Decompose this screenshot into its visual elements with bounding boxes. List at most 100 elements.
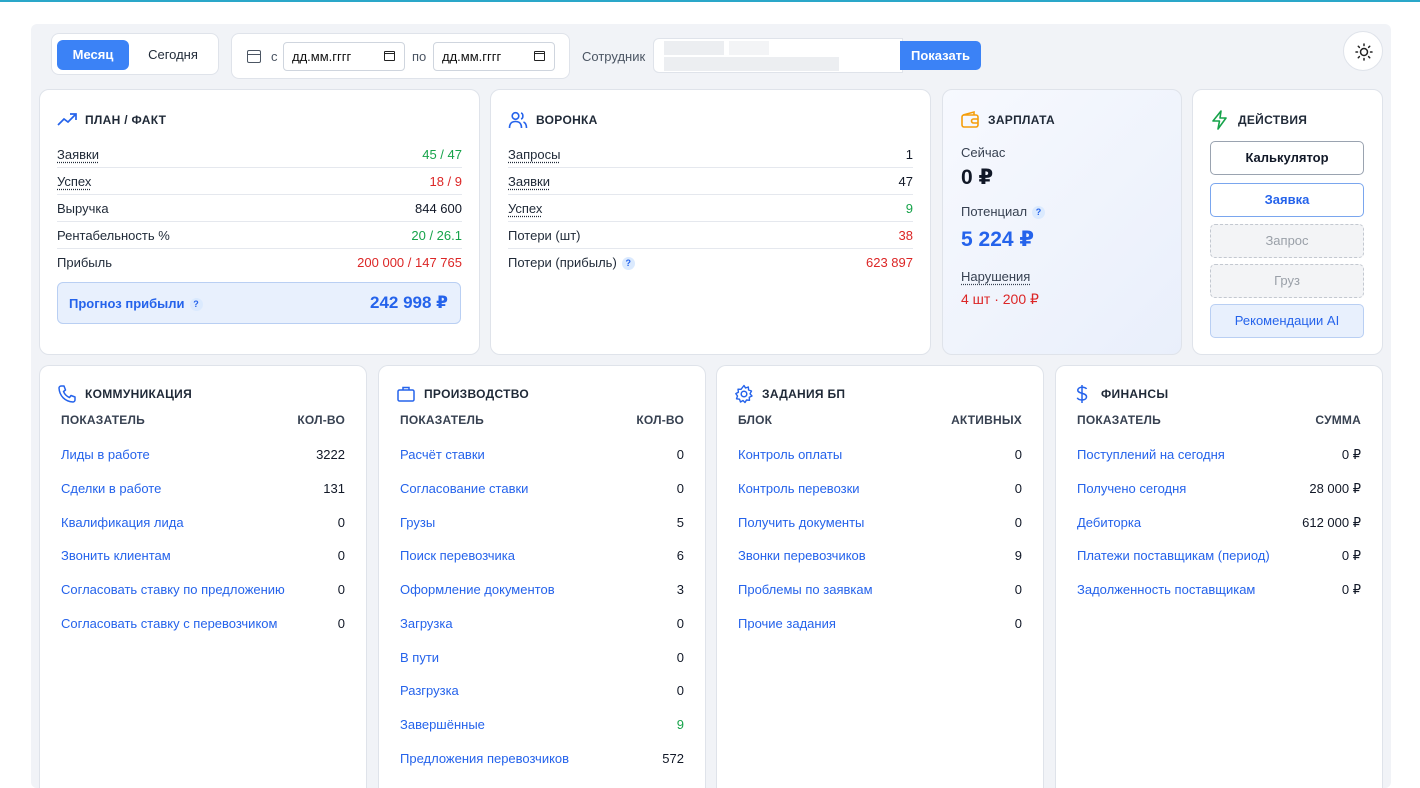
period-month-button[interactable]: Месяц — [57, 40, 129, 70]
row-link[interactable]: Звонить клиентам — [61, 548, 171, 563]
help-icon[interactable]: ? — [189, 298, 203, 311]
row-link[interactable]: Квалификация лида — [61, 515, 184, 530]
row-link[interactable]: Звонки перевозчиков — [738, 548, 866, 563]
date-to-input[interactable]: дд.мм.гггг — [433, 42, 555, 71]
plan-fact-row: Заявки 45 / 47 — [57, 141, 462, 168]
column-header: ПОКАЗАТЕЛЬ — [400, 413, 484, 427]
row-link[interactable]: Контроль перевозки — [738, 481, 860, 496]
card-title-text: ЗАДАНИЯ БП — [762, 387, 846, 401]
row-value: 28 000 ₽ — [1309, 481, 1361, 496]
row-link[interactable]: Проблемы по заявкам — [738, 582, 873, 597]
date-to-placeholder: дд.мм.гггг — [442, 49, 502, 64]
card-title-text: КОММУНИКАЦИЯ — [85, 387, 193, 401]
row-link[interactable]: Расчёт ставки — [400, 447, 485, 462]
row-value: 45 / 47 — [422, 147, 462, 162]
funnel-row: Потери (прибыль)? 623 897 — [508, 249, 913, 276]
redacted-block — [729, 41, 769, 55]
new-request-button[interactable]: Запрос — [1210, 224, 1364, 258]
row-value: 131 — [323, 481, 345, 496]
date-from-input[interactable]: дд.мм.гггг — [283, 42, 405, 71]
column-header: ПОКАЗАТЕЛЬ — [61, 413, 145, 427]
table-row: Грузы 5 — [400, 515, 684, 533]
date-to-label: по — [412, 49, 427, 64]
table-row: Задолженность поставщикам 0 ₽ — [1077, 582, 1361, 600]
salary-potential-label-text: Потенциал — [961, 204, 1028, 219]
row-value: 3222 — [316, 447, 345, 462]
new-cargo-button[interactable]: Груз — [1210, 264, 1364, 298]
row-label[interactable]: Заявки — [508, 174, 550, 189]
card-title-text: ЗАРПЛАТА — [988, 113, 1055, 127]
table-row: Согласовать ставку по предложению 0 — [61, 582, 345, 600]
row-value: 0 — [1014, 481, 1022, 496]
row-label[interactable]: Запросы — [508, 147, 560, 162]
row-label[interactable]: Успех — [508, 201, 542, 216]
row-link[interactable]: Получить документы — [738, 515, 864, 530]
funnel-row: Потери (шт) 38 — [508, 222, 913, 249]
profit-forecast-label-text: Прогноз прибыли — [69, 296, 185, 311]
table-row: Поступлений на сегодня 0 ₽ — [1077, 447, 1361, 465]
redacted-block — [664, 57, 839, 71]
calculator-button[interactable]: Калькулятор — [1210, 141, 1364, 175]
help-icon[interactable]: ? — [621, 257, 635, 270]
row-value: 1 — [905, 147, 913, 162]
row-link[interactable]: Согласовать ставку по предложению — [61, 582, 285, 597]
show-button[interactable]: Показать — [900, 41, 981, 70]
row-label: Потери (шт) — [508, 228, 581, 243]
table-row: Дебиторка 612 000 ₽ — [1077, 515, 1361, 533]
profit-forecast: Прогноз прибыли? 242 998 ₽ — [57, 282, 461, 324]
column-header: БЛОК — [738, 413, 773, 427]
row-value: 0 — [337, 548, 345, 563]
theme-toggle-button[interactable] — [1343, 31, 1383, 71]
salary-violations-label[interactable]: Нарушения — [961, 269, 1030, 284]
plan-fact-row: Прибыль 200 000 / 147 765 — [57, 249, 462, 276]
row-link[interactable]: Согласовать ставку с перевозчиком — [61, 616, 277, 631]
column-header: СУММА — [1315, 413, 1361, 427]
row-label[interactable]: Заявки — [57, 147, 99, 162]
row-link[interactable]: Разгрузка — [400, 683, 459, 698]
row-link[interactable]: Поиск перевозчика — [400, 548, 515, 563]
row-link[interactable]: Предложения перевозчиков — [400, 751, 569, 766]
row-value: 0 ₽ — [1341, 548, 1361, 563]
period-today-button[interactable]: Сегодня — [132, 40, 214, 70]
row-link[interactable]: Поступлений на сегодня — [1077, 447, 1225, 462]
row-label[interactable]: Успех — [57, 174, 91, 189]
plan-fact-row: Успех 18 / 9 — [57, 168, 462, 195]
row-link[interactable]: Грузы — [400, 515, 435, 530]
row-link[interactable]: Контроль оплаты — [738, 447, 842, 462]
briefcase-icon — [397, 386, 415, 402]
row-link[interactable]: Оформление документов — [400, 582, 555, 597]
row-link[interactable]: Согласование ставки — [400, 481, 528, 496]
column-header: АКТИВНЫХ — [951, 413, 1022, 427]
employee-select[interactable] — [653, 38, 903, 73]
top-accent-line — [0, 0, 1420, 2]
row-link[interactable]: Получено сегодня — [1077, 481, 1186, 496]
row-value: 18 / 9 — [429, 174, 462, 189]
new-order-button[interactable]: Заявка — [1210, 183, 1364, 217]
row-link[interactable]: Завершённые — [400, 717, 485, 732]
help-icon[interactable]: ? — [1032, 206, 1046, 219]
funnel-row: Успех 9 — [508, 195, 913, 222]
calendar-picker-icon[interactable] — [384, 51, 395, 61]
row-link[interactable]: В пути — [400, 650, 439, 665]
row-link[interactable]: Прочие задания — [738, 616, 836, 631]
profit-forecast-value: 242 998 ₽ — [369, 293, 448, 312]
row-link[interactable]: Задолженность поставщикам — [1077, 582, 1255, 597]
row-link[interactable]: Лиды в работе — [61, 447, 150, 462]
gear-icon — [735, 384, 753, 404]
ai-recommendations-button[interactable]: Рекомендации AI — [1210, 304, 1364, 338]
salary-card: ЗАРПЛАТА Сейчас 0 ₽ Потенциал? 5 224 ₽ Н… — [942, 89, 1182, 355]
row-link[interactable]: Дебиторка — [1077, 515, 1141, 530]
row-label: Прибыль — [57, 255, 112, 270]
row-link[interactable]: Сделки в работе — [61, 481, 161, 496]
table-row: Квалификация лида 0 — [61, 515, 345, 533]
row-link[interactable]: Платежи поставщикам (период) — [1077, 548, 1270, 563]
funnel-row: Запросы 1 — [508, 141, 913, 168]
salary-violations-value: 4 шт · 200 ₽ — [961, 291, 1039, 307]
table-row: Согласование ставки 0 — [400, 481, 684, 499]
calendar-picker-icon[interactable] — [534, 51, 545, 61]
row-value: 0 — [1014, 515, 1022, 530]
actions-card: ДЕЙСТВИЯ Калькулятор Заявка Запрос Груз … — [1192, 89, 1383, 355]
row-value: 38 — [898, 228, 913, 243]
card-title-text: ВОРОНКА — [536, 113, 598, 127]
row-link[interactable]: Загрузка — [400, 616, 453, 631]
